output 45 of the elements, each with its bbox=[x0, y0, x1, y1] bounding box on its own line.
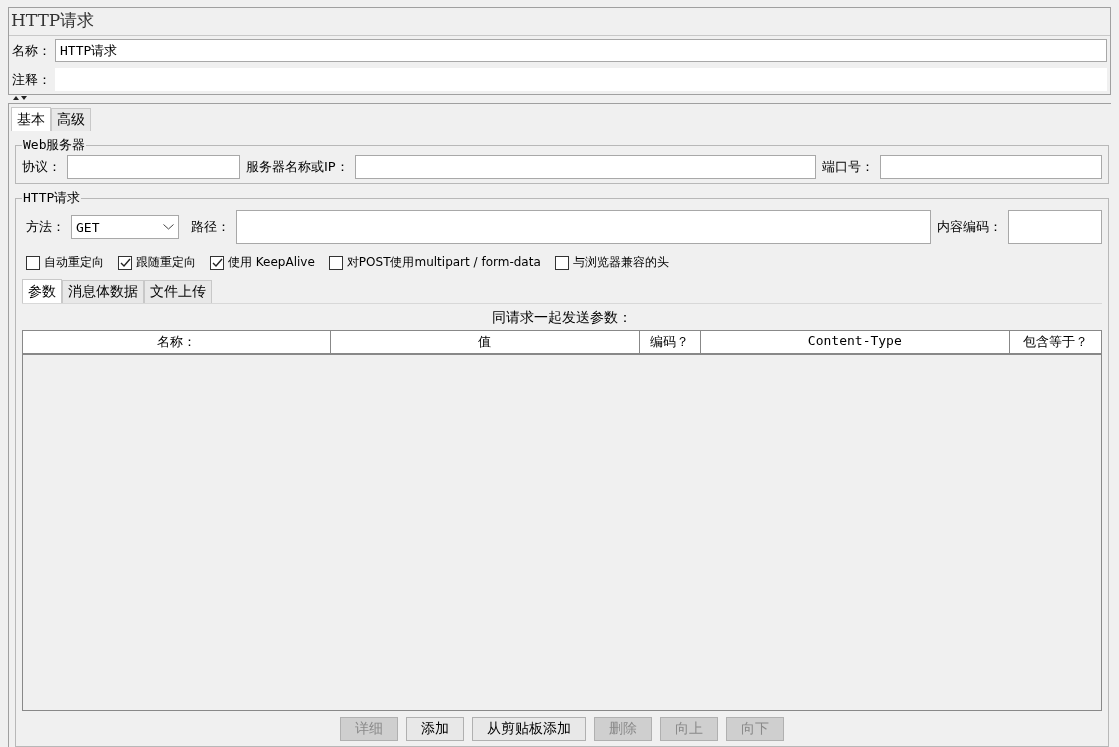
column-header[interactable]: 值 bbox=[330, 331, 640, 353]
table-caption: 同请求一起发送参数： bbox=[491, 308, 633, 327]
checkbox-label: 自动重定向 bbox=[44, 254, 104, 271]
encoding-field[interactable] bbox=[1008, 210, 1102, 244]
chevron-down-icon bbox=[163, 224, 174, 230]
tab[interactable]: 高级 bbox=[51, 108, 91, 131]
checkbox-label: 对POST使用multipart / form-data bbox=[346, 254, 541, 271]
column-header[interactable]: 编码？ bbox=[639, 331, 701, 353]
panel-title: HTTP请求 bbox=[9, 8, 1110, 36]
comment-label: 注释： bbox=[12, 70, 51, 89]
protocol-label: 协议： bbox=[22, 158, 61, 176]
path-field[interactable] bbox=[236, 210, 931, 244]
method-dropdown[interactable]: GET bbox=[71, 215, 179, 239]
group-legend: HTTP请求 bbox=[22, 189, 82, 207]
tab[interactable]: 参数 bbox=[22, 279, 62, 303]
split-arrows-icon[interactable] bbox=[12, 95, 28, 101]
column-header[interactable]: 包含等于？ bbox=[1009, 331, 1101, 353]
checkbox[interactable] bbox=[26, 255, 40, 270]
port-label: 端口号： bbox=[821, 158, 874, 176]
tab[interactable]: 文件上传 bbox=[144, 280, 212, 303]
encoding-label: 内容编码： bbox=[937, 218, 1002, 236]
protocol-field[interactable] bbox=[67, 155, 240, 179]
checkmark-icon bbox=[119, 257, 131, 268]
name-field[interactable]: HTTP请求 bbox=[55, 39, 1107, 62]
method-label: 方法： bbox=[26, 218, 65, 236]
action-button[interactable]: 从剪贴板添加 bbox=[472, 717, 586, 741]
tab[interactable]: 消息体数据 bbox=[62, 280, 144, 303]
checkmark-icon bbox=[211, 257, 223, 268]
group-legend: Web服务器 bbox=[22, 136, 87, 154]
path-label: 路径： bbox=[191, 218, 230, 236]
action-button[interactable]: 添加 bbox=[406, 717, 464, 741]
port-field[interactable] bbox=[879, 155, 1102, 179]
column-header[interactable]: 名称： bbox=[23, 331, 331, 353]
checkbox[interactable] bbox=[328, 255, 343, 270]
checkbox[interactable] bbox=[554, 255, 569, 270]
column-header[interactable]: Content-Type bbox=[700, 331, 1010, 353]
name-label: 名称： bbox=[12, 41, 51, 60]
server-field[interactable] bbox=[354, 155, 816, 179]
checkbox-label: 与浏览器兼容的头 bbox=[572, 254, 669, 271]
checkbox-label: 跟随重定向 bbox=[136, 254, 196, 271]
checkbox[interactable] bbox=[118, 255, 132, 270]
tab[interactable]: 基本 bbox=[11, 107, 51, 131]
checkbox-label: 使用 KeepAlive bbox=[228, 254, 315, 271]
checkbox[interactable] bbox=[210, 255, 224, 270]
server-label: 服务器名称或IP： bbox=[246, 158, 349, 176]
